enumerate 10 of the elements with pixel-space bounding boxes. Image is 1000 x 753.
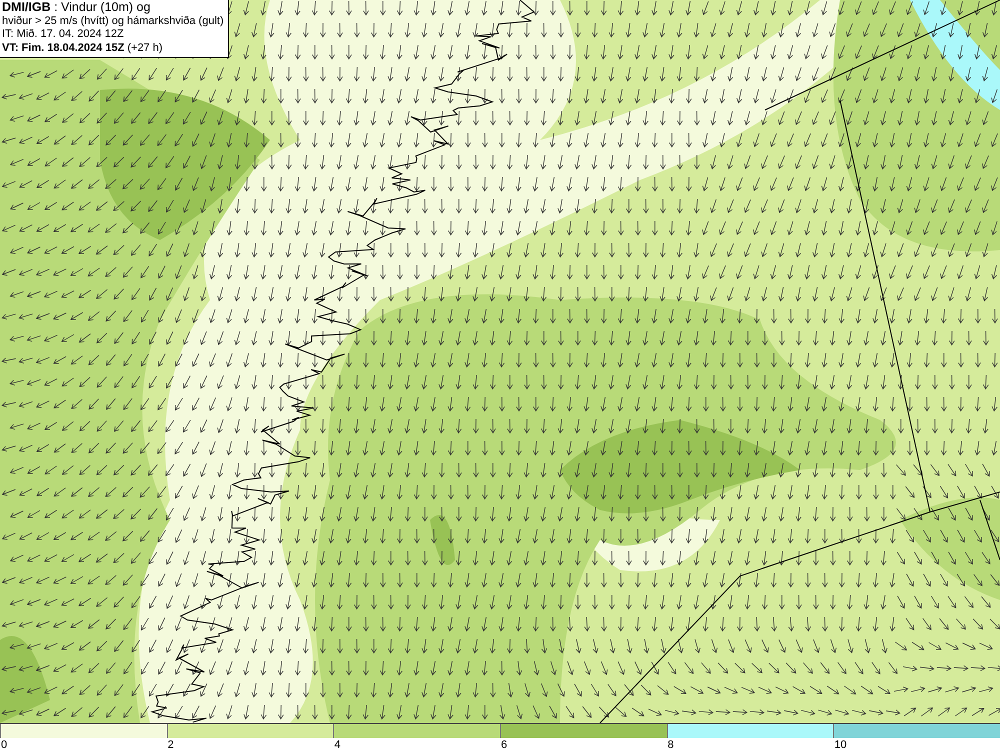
legend-tick-label: 2 (166, 738, 174, 752)
title-line: DMI/IGB : Vindur (10m) og (2, 1, 152, 14)
legend-tick-label: 4 (333, 738, 340, 752)
legend-tick-label: 0 (0, 738, 8, 752)
legend-tick-label: 6 (500, 738, 508, 752)
legend-tick-label: 8 (666, 738, 674, 752)
legend-tick-label: 10 (833, 738, 847, 752)
title-line: VT: Fim. 18.04.2024 15Z (+27 h) (2, 42, 164, 55)
title-line: hviður > 25 m/s (hvítt) og hámarkshviða (gult) (2, 14, 224, 28)
title-line: IT: Mið. 17. 04. 2024 12Z (2, 28, 125, 42)
